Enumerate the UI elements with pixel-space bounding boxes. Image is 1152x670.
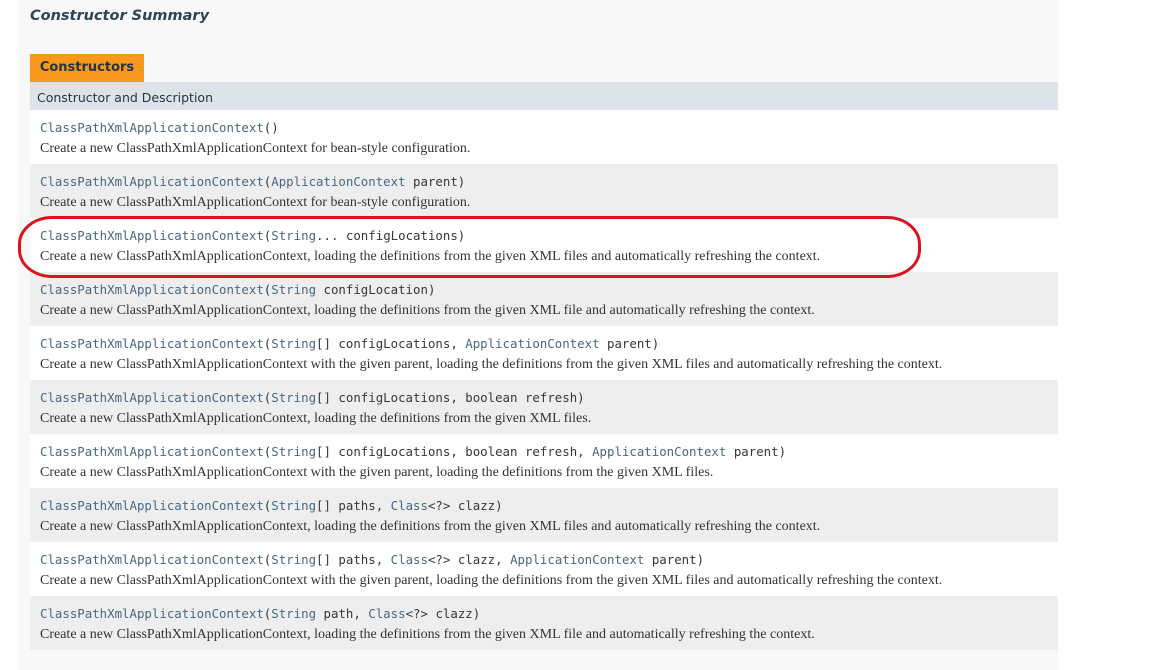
constructor-link[interactable]: ClassPathXmlApplicationContext bbox=[40, 120, 264, 135]
table-row: ClassPathXmlApplicationContext(String[] … bbox=[30, 434, 1058, 488]
constructor-signature: ClassPathXmlApplicationContext(String...… bbox=[40, 228, 466, 243]
param-type-link[interactable]: String bbox=[271, 282, 316, 297]
param-name: refresh bbox=[524, 390, 578, 405]
constructor-signature: ClassPathXmlApplicationContext(String[] … bbox=[40, 552, 705, 567]
param-name: clazz bbox=[457, 552, 496, 567]
param-type-suffix: ... bbox=[316, 228, 339, 243]
param-name: configLocations bbox=[338, 444, 451, 459]
param-name: parent bbox=[413, 174, 458, 189]
section-title: Constructor Summary bbox=[30, 8, 210, 24]
constructor-link[interactable]: ClassPathXmlApplicationContext bbox=[40, 606, 264, 621]
table-row: ClassPathXmlApplicationContext() Create a… bbox=[30, 110, 1058, 164]
param-type-suffix: <?> bbox=[427, 552, 451, 567]
constructor-signature: ClassPathXmlApplicationContext(String co… bbox=[40, 282, 436, 297]
param-type-link[interactable]: ApplicationContext bbox=[510, 552, 644, 567]
table-header: Constructor and Description bbox=[30, 82, 1058, 110]
param-name: configLocations bbox=[345, 228, 458, 243]
param-type-link[interactable]: Class bbox=[368, 606, 405, 621]
param-type-suffix: [] bbox=[316, 336, 331, 351]
constructor-description: Create a new ClassPathXmlApplicationCont… bbox=[40, 357, 943, 372]
param-name: parent bbox=[733, 444, 779, 459]
param-type-link[interactable]: String bbox=[271, 552, 316, 567]
table-row: ClassPathXmlApplicationContext(String[] … bbox=[30, 326, 1058, 380]
constructor-description: Create a new ClassPathXmlApplicationCont… bbox=[40, 141, 471, 156]
param-type-suffix: [] bbox=[316, 552, 331, 567]
table-body: ClassPathXmlApplicationContext() Create a… bbox=[30, 110, 1058, 650]
param-type-link[interactable]: String bbox=[271, 390, 316, 405]
constructor-link[interactable]: ClassPathXmlApplicationContext bbox=[40, 282, 264, 297]
param-name: paths bbox=[338, 498, 376, 513]
constructor-description: Create a new ClassPathXmlApplicationCont… bbox=[40, 627, 815, 642]
constructor-summary-panel: Constructor Summary Constructors Constru… bbox=[18, 0, 1058, 670]
constructor-description: Create a new ClassPathXmlApplicationCont… bbox=[40, 573, 943, 588]
constructor-link[interactable]: ClassPathXmlApplicationContext bbox=[40, 552, 264, 567]
constructor-table: Constructor and Description ClassPathXml… bbox=[30, 82, 1058, 650]
constructor-signature: ClassPathXmlApplicationContext(String[] … bbox=[40, 444, 787, 459]
constructor-link[interactable]: ClassPathXmlApplicationContext bbox=[40, 336, 264, 351]
param-type-link[interactable]: Class bbox=[391, 552, 428, 567]
constructor-signature: ClassPathXmlApplicationContext(String[] … bbox=[40, 390, 585, 405]
param-name: configLocations bbox=[338, 336, 451, 351]
constructor-link[interactable]: ClassPathXmlApplicationContext bbox=[40, 174, 264, 189]
param-type-link[interactable]: Class bbox=[391, 498, 428, 513]
param-name: configLocations bbox=[338, 390, 451, 405]
param-type-suffix: <?> bbox=[427, 498, 451, 513]
param-name: refresh bbox=[524, 444, 578, 459]
constructor-description: Create a new ClassPathXmlApplicationCont… bbox=[40, 519, 821, 534]
constructor-description: Create a new ClassPathXmlApplicationCont… bbox=[40, 195, 471, 210]
param-name: path bbox=[323, 606, 354, 621]
table-row: ClassPathXmlApplicationContext(Applicati… bbox=[30, 164, 1058, 218]
constructor-link[interactable]: ClassPathXmlApplicationContext bbox=[40, 390, 264, 405]
constructor-description: Create a new ClassPathXmlApplicationCont… bbox=[40, 411, 592, 426]
constructor-signature: ClassPathXmlApplicationContext(String pa… bbox=[40, 606, 481, 621]
constructor-description: Create a new ClassPathXmlApplicationCont… bbox=[40, 465, 714, 480]
constructor-link[interactable]: ClassPathXmlApplicationContext bbox=[40, 444, 264, 459]
param-type: boolean bbox=[465, 390, 518, 405]
table-row: ClassPathXmlApplicationContext(String[] … bbox=[30, 542, 1058, 596]
constructor-link[interactable]: ClassPathXmlApplicationContext bbox=[40, 228, 264, 243]
constructor-description: Create a new ClassPathXmlApplicationCont… bbox=[40, 249, 821, 264]
constructor-description: Create a new ClassPathXmlApplicationCont… bbox=[40, 303, 815, 318]
param-type-suffix: [] bbox=[316, 390, 331, 405]
param-type-link[interactable]: ApplicationContext bbox=[271, 174, 405, 189]
param-type-link[interactable]: ApplicationContext bbox=[465, 336, 599, 351]
param-type-link[interactable]: String bbox=[271, 228, 316, 243]
param-type-link[interactable]: String bbox=[271, 336, 316, 351]
constructor-signature: ClassPathXmlApplicationContext(Applicati… bbox=[40, 174, 466, 189]
constructor-signature: ClassPathXmlApplicationContext() bbox=[40, 120, 279, 135]
param-type-link[interactable]: ApplicationContext bbox=[592, 444, 726, 459]
table-row: ClassPathXmlApplicationContext(String[] … bbox=[30, 488, 1058, 542]
constructor-signature: ClassPathXmlApplicationContext(String[] … bbox=[40, 336, 660, 351]
tab-constructors[interactable]: Constructors bbox=[30, 54, 144, 82]
param-type: boolean bbox=[465, 444, 518, 459]
param-type-link[interactable]: String bbox=[271, 606, 316, 621]
param-name: parent bbox=[651, 552, 697, 567]
param-name: clazz bbox=[457, 498, 496, 513]
param-type-link[interactable]: String bbox=[271, 444, 316, 459]
param-name: paths bbox=[338, 552, 376, 567]
param-type-suffix: [] bbox=[316, 498, 331, 513]
table-row: ClassPathXmlApplicationContext(String...… bbox=[30, 218, 1058, 272]
param-type-link[interactable]: String bbox=[271, 498, 316, 513]
param-name: parent bbox=[607, 336, 652, 351]
param-name: configLocation bbox=[323, 282, 428, 297]
constructor-link[interactable]: ClassPathXmlApplicationContext bbox=[40, 498, 264, 513]
table-row: ClassPathXmlApplicationContext(String pa… bbox=[30, 596, 1058, 650]
param-type-suffix: <?> bbox=[405, 606, 428, 621]
constructor-signature: ClassPathXmlApplicationContext(String[] … bbox=[40, 498, 503, 513]
param-type-suffix: [] bbox=[316, 444, 331, 459]
table-row: ClassPathXmlApplicationContext(String[] … bbox=[30, 380, 1058, 434]
table-row: ClassPathXmlApplicationContext(String co… bbox=[30, 272, 1058, 326]
param-name: clazz bbox=[435, 606, 473, 621]
